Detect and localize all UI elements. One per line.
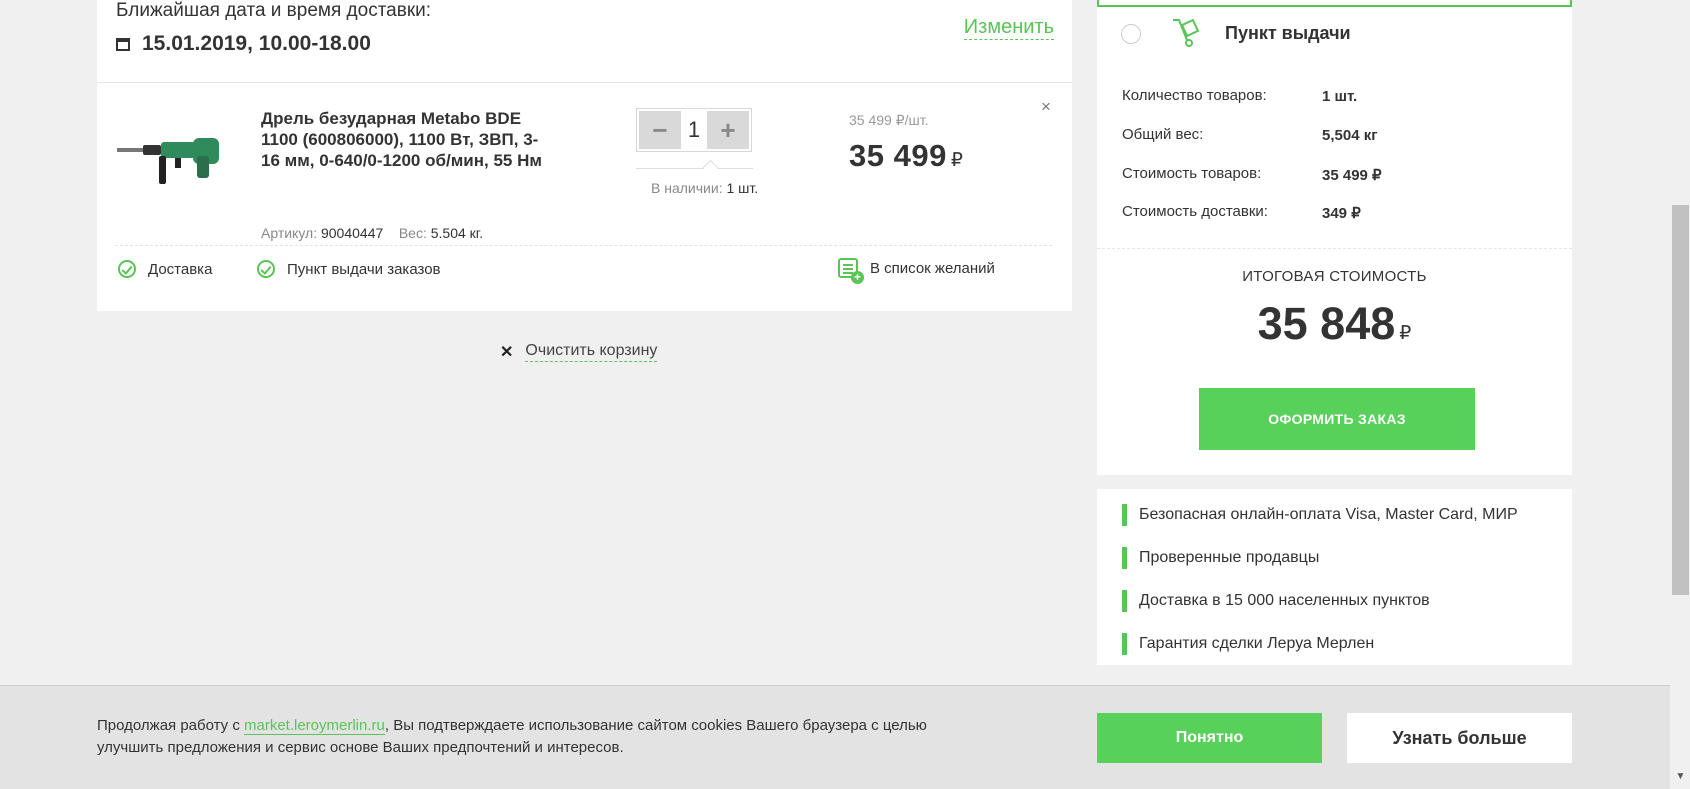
stock-value: 1 шт. [726, 180, 759, 196]
delivery-date-label: Ближайшая дата и время доставки: [116, 0, 432, 21]
close-icon: ✕ [500, 343, 514, 361]
product-meta: Артикул: 90040447 Вес: 5.504 кг. [261, 225, 483, 241]
option-pickup: Пункт выдачи заказов [257, 260, 441, 278]
delivery-date-value: 15.01.2019, 10.00-18.00 [142, 32, 371, 55]
product-price-value: 35 499 [849, 138, 947, 173]
scroll-down-arrow-icon[interactable]: ▼ [1672, 768, 1689, 786]
feature-text: Проверенные продавцы [1139, 549, 1320, 566]
order-summary-card: Пункт выдачи Количество товаров: 1 шт. О… [1097, 0, 1572, 475]
pickup-radio[interactable] [1121, 24, 1141, 44]
divider [115, 245, 1052, 246]
cookie-learn-more-button[interactable]: Узнать больше [1347, 713, 1572, 763]
weight-label: Вес: [398, 225, 427, 241]
scrollbar-thumb[interactable] [1672, 205, 1689, 595]
feature-marker [1122, 504, 1127, 526]
clear-cart-button[interactable]: ✕ Очистить корзину [500, 341, 658, 362]
article-label: Артикул: [261, 225, 318, 241]
summary-row-label: Стоимость доставки: [1122, 203, 1268, 220]
cookie-accept-button[interactable]: Понятно [1097, 713, 1322, 763]
option-pickup-label: Пункт выдачи заказов [287, 260, 441, 278]
feature-item: Проверенные продавцы [1122, 547, 1319, 569]
product-title[interactable]: Дрель безударная Metabo BDE 1100 (600806… [261, 108, 551, 171]
delivery-date-row: 15.01.2019, 10.00-18.00 [116, 32, 371, 56]
summary-row-value: 349 ₽ [1322, 205, 1361, 222]
stock-label: В наличии: [651, 180, 723, 196]
divider [97, 82, 1072, 83]
feature-item: Безопасная онлайн-оплата Visa, Master Ca… [1122, 504, 1518, 526]
summary-row-label: Количество товаров: [1122, 87, 1267, 104]
total-label: ИТОГОВАЯ СТОИМОСТЬ [1242, 268, 1427, 285]
feature-item: Доставка в 15 000 населенных пунктов [1122, 590, 1430, 612]
currency-sign: ₽ [950, 150, 964, 171]
feature-text: Гарантия сделки Леруа Мерлен [1139, 635, 1375, 652]
selected-option-border [1097, 0, 1572, 7]
cookie-text-start: Продолжая работу с [97, 717, 244, 734]
feature-item: Гарантия сделки Леруа Мерлен [1122, 633, 1374, 655]
calendar-icon [116, 37, 130, 51]
article-value: 90040447 [320, 225, 384, 241]
summary-row-label: Общий вес: [1122, 126, 1204, 143]
cookie-site-link[interactable]: market.leroymerlin.ru [243, 717, 385, 735]
cookie-banner: Продолжая работу с market.leroymerlin.ru… [0, 685, 1670, 789]
check-circle-icon [257, 260, 275, 278]
features-card: Безопасная онлайн-оплата Visa, Master Ca… [1097, 489, 1572, 665]
product-price: 35 499 ₽ [849, 138, 963, 174]
divider [1097, 248, 1572, 249]
option-delivery-label: Доставка [148, 260, 213, 278]
feature-marker [1122, 547, 1127, 569]
wishlist-label: В список желаний [870, 259, 995, 277]
place-order-button[interactable]: ОФОРМИТЬ ЗАКАЗ [1199, 388, 1475, 450]
weight-value: 5.504 кг. [430, 225, 484, 241]
feature-text: Безопасная онлайн-оплата Visa, Master Ca… [1139, 506, 1518, 523]
total-price: 35 848 ₽ [1097, 298, 1572, 350]
quantity-underline [636, 168, 753, 169]
quantity-increase-button[interactable]: + [707, 111, 749, 149]
quantity-pointer [702, 159, 719, 176]
summary-row-value: 5,504 кг [1322, 127, 1378, 144]
feature-marker [1122, 590, 1127, 612]
quantity-decrease-button[interactable]: − [639, 111, 681, 149]
clear-cart-label: Очистить корзину [525, 341, 658, 362]
product-image-drill[interactable] [115, 112, 223, 200]
remove-item-button[interactable]: × [1041, 97, 1051, 117]
unit-price: 35 499 ₽/шт. [849, 112, 929, 128]
check-circle-icon [118, 260, 136, 278]
summary-row-label: Стоимость товаров: [1122, 165, 1262, 182]
change-delivery-link[interactable]: Изменить [963, 15, 1054, 40]
add-to-wishlist-button[interactable]: + В список желаний [838, 258, 995, 284]
quantity-input[interactable]: 1 [681, 109, 707, 151]
quantity-stepper: − 1 + [636, 108, 752, 152]
pickup-title: Пункт выдачи [1225, 23, 1351, 43]
feature-marker [1122, 633, 1127, 655]
option-delivery: Доставка [118, 260, 212, 278]
feature-text: Доставка в 15 000 населенных пунктов [1139, 592, 1430, 609]
hand-truck-icon [1173, 18, 1200, 47]
total-price-value: 35 848 [1257, 298, 1396, 349]
cookie-text: Продолжая работу с market.leroymerlin.ru… [97, 715, 977, 759]
wishlist-add-icon: + [838, 258, 864, 284]
currency-sign: ₽ [1399, 323, 1412, 344]
summary-row-value: 35 499 ₽ [1322, 167, 1382, 184]
summary-row-value: 1 шт. [1322, 88, 1358, 105]
cart-card: Ближайшая дата и время доставки: 15.01.2… [97, 0, 1072, 311]
stock-info: В наличии: 1 шт. [651, 180, 758, 196]
